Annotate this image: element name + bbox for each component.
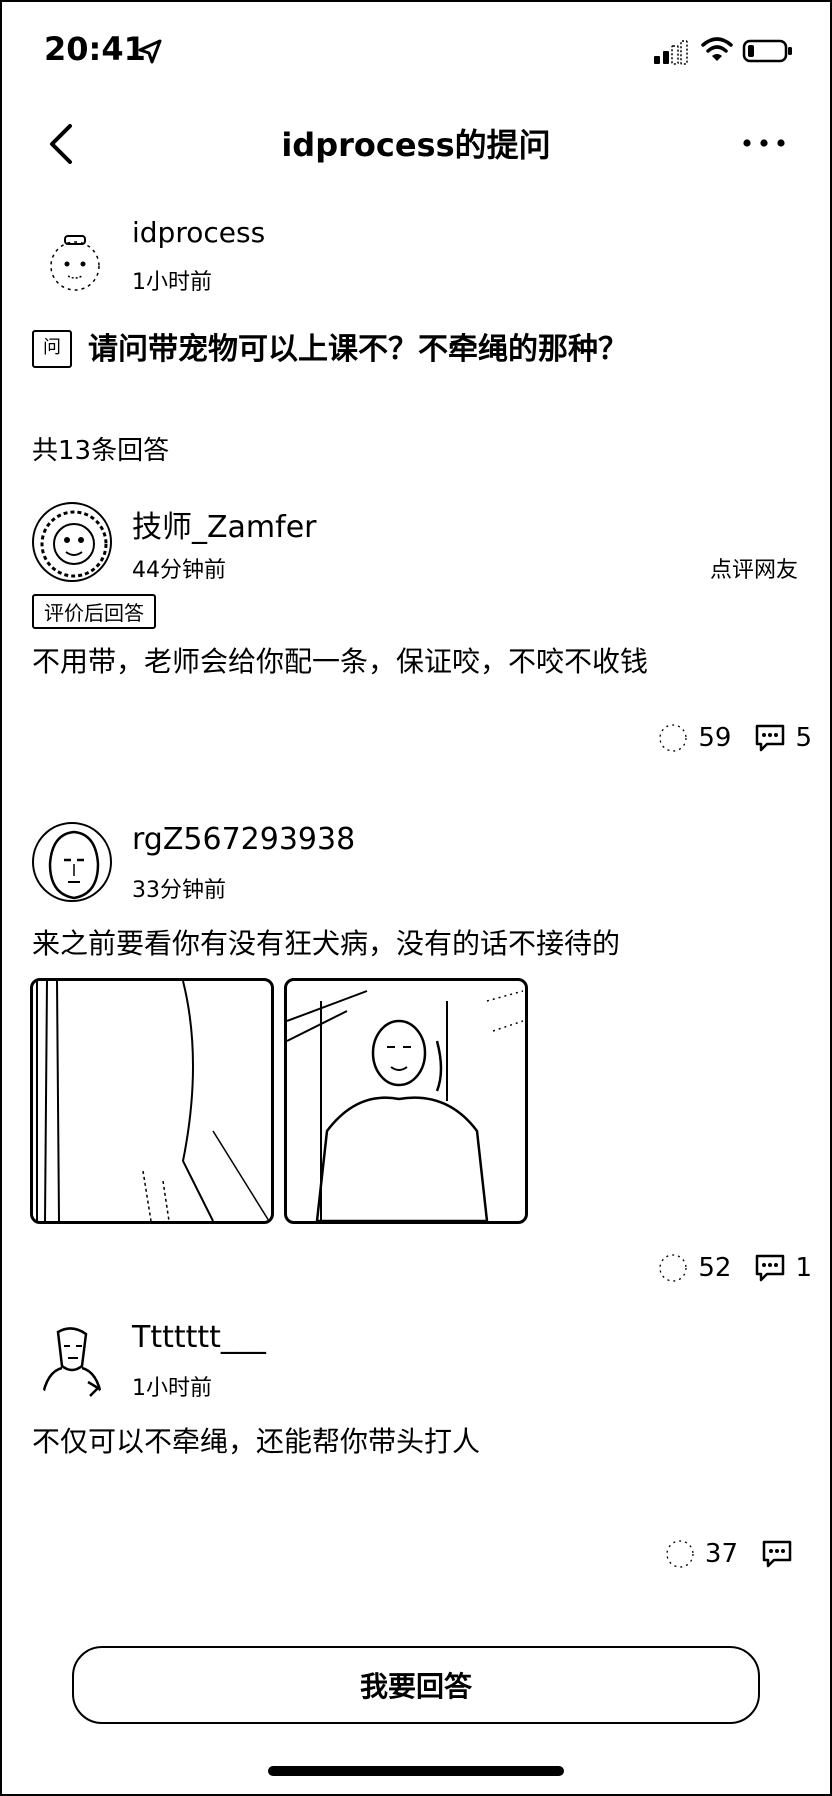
nav-bar: idprocess的提问 — [0, 100, 832, 184]
location-arrow-icon — [138, 39, 162, 64]
like-button[interactable]: 59 — [656, 721, 731, 755]
answer-text: 不仅可以不牵绳，还能帮你带头打人 — [32, 1425, 481, 1458]
answer-image[interactable] — [30, 978, 274, 1224]
answer-item: 技师_Zamfer 44分钟前 点评网友 评价后回答 不用带，老师会给你配一条，… — [0, 498, 832, 753]
avatar[interactable] — [32, 1322, 112, 1402]
source-label: 点评网友 — [709, 558, 798, 583]
comment-count: 5 — [795, 723, 812, 753]
author-name[interactable]: Ttttttt___ — [132, 1320, 266, 1355]
author-name[interactable]: 技师_Zamfer — [132, 502, 317, 546]
wifi-icon — [701, 37, 733, 61]
answer-image[interactable] — [284, 978, 528, 1224]
answer-text: 来之前要看你有没有狂犬病，没有的话不接待的 — [32, 927, 621, 960]
like-button[interactable]: 52 — [656, 1251, 731, 1285]
like-icon — [659, 724, 688, 752]
home-indicator — [268, 1766, 564, 1776]
like-icon — [659, 1254, 688, 1282]
like-count: 59 — [698, 723, 732, 753]
page-title: idprocess的提问 — [281, 126, 551, 164]
like-count: 37 — [704, 1539, 738, 1569]
avatar[interactable] — [32, 822, 112, 902]
avatar[interactable] — [40, 228, 110, 298]
robot-avatar-icon — [50, 235, 100, 291]
status-bar: 20:41 — [0, 0, 832, 100]
answer-count: 共13条回答 — [32, 436, 170, 466]
mask-avatar-icon — [48, 830, 100, 900]
like-button[interactable]: 37 — [663, 1537, 738, 1571]
question: 问 请问带宠物可以上课不？不牵绳的那种？ — [30, 322, 800, 370]
emblem-avatar-icon — [40, 510, 108, 578]
answer-actions: 37 — [663, 1534, 802, 1574]
comment-icon — [756, 724, 785, 752]
author-name[interactable]: rgZ567293938 — [132, 822, 355, 857]
portrait-avatar-icon — [40, 1327, 104, 1401]
post-time: 1小时前 — [132, 270, 212, 295]
question-text: 请问带宠物可以上课不？不牵绳的那种？ — [88, 332, 628, 367]
answer-item: Ttttttt___ 1小时前 不仅可以不牵绳，还能帮你带头打人 37 — [0, 1318, 832, 1582]
author-name[interactable]: idprocess — [132, 216, 265, 249]
more-dots-icon — [743, 139, 785, 147]
avatar[interactable] — [32, 502, 112, 582]
answer-text: 不用带，老师会给你配一条，保证咬，不咬不收钱 — [32, 645, 649, 678]
comment-icon — [756, 1254, 785, 1282]
post-time: 33分钟前 — [132, 878, 226, 903]
photo-thumbnail — [287, 990, 524, 1221]
cellular-signal-icon — [654, 40, 688, 65]
like-icon — [666, 1540, 694, 1568]
comment-button[interactable]: 1 — [753, 1252, 812, 1284]
answer-actions: 52 1 — [656, 1248, 812, 1288]
battery-icon — [742, 39, 792, 63]
more-options-button[interactable] — [734, 118, 794, 168]
answer-tag: 评价后回答 — [32, 594, 156, 629]
status-time: 20:41 — [44, 30, 146, 68]
write-answer-button[interactable]: 我要回答 — [72, 1646, 760, 1724]
answer-images — [30, 978, 530, 1224]
like-count: 52 — [698, 1253, 732, 1283]
answer-actions: 59 5 — [656, 718, 812, 758]
comment-button[interactable] — [760, 1538, 802, 1570]
question-author: idprocess 1小时前 — [36, 212, 796, 302]
question-icon: 问 — [32, 330, 72, 368]
comment-count: 1 — [795, 1253, 812, 1283]
comment-button[interactable]: 5 — [753, 722, 812, 754]
photo-thumbnail — [36, 981, 270, 1221]
post-time: 1小时前 — [132, 1376, 212, 1401]
post-time: 44分钟前 — [132, 558, 226, 583]
comment-icon — [762, 1540, 792, 1568]
